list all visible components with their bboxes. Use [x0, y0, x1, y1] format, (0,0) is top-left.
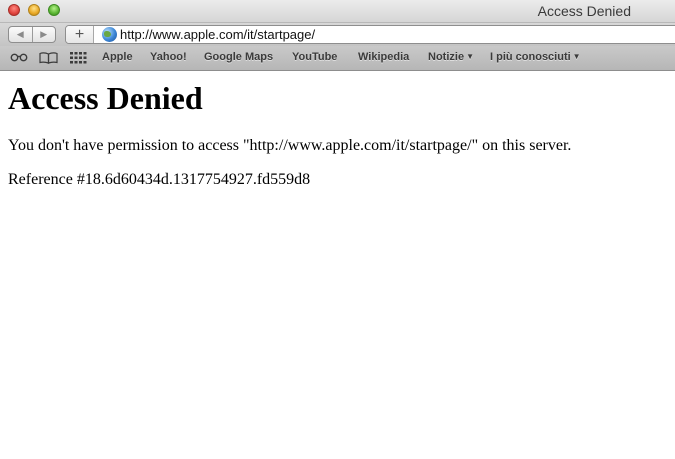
- top-sites-grid-icon[interactable]: [70, 52, 87, 64]
- back-arrow-icon: ◀: [16, 29, 24, 39]
- bookmarks-book-icon[interactable]: [39, 52, 58, 64]
- close-window-button[interactable]: [8, 4, 20, 16]
- bookmark-yahoo[interactable]: Yahoo!: [150, 51, 187, 63]
- back-button[interactable]: ◀: [9, 27, 32, 42]
- window-title: Access Denied: [537, 3, 631, 19]
- bookmark-folder-label: Notizie: [428, 51, 465, 63]
- bookmark-apple[interactable]: Apple: [102, 51, 133, 63]
- reading-list-icon[interactable]: [10, 52, 28, 62]
- bookmark-google-maps[interactable]: Google Maps: [204, 51, 273, 63]
- minimize-window-button[interactable]: [28, 4, 40, 16]
- zoom-window-button[interactable]: [48, 4, 60, 16]
- address-bar[interactable]: + http://www.apple.com/it/startpage/: [65, 25, 675, 44]
- error-message: You don't have permission to access "htt…: [8, 137, 572, 154]
- reference-id: Reference #18.6d60434d.1317754927.fd559d…: [8, 171, 311, 188]
- bookmark-folder-piu-conosciuti[interactable]: I più conosciuti ▼: [490, 51, 581, 63]
- page-heading: Access Denied: [8, 80, 203, 116]
- url-field[interactable]: http://www.apple.com/it/startpage/: [120, 27, 315, 42]
- page-content: Access Denied You don't have permission …: [0, 71, 675, 459]
- bookmark-folder-notizie[interactable]: Notizie ▼: [428, 51, 474, 63]
- bookmark-folder-label: I più conosciuti: [490, 51, 571, 63]
- add-bookmark-button[interactable]: +: [66, 26, 94, 43]
- forward-button[interactable]: ▶: [31, 27, 56, 42]
- bookmark-wikipedia[interactable]: Wikipedia: [358, 51, 409, 63]
- chevron-down-icon: ▼: [572, 52, 581, 61]
- plus-icon: +: [74, 25, 85, 43]
- bookmark-youtube[interactable]: YouTube: [292, 51, 337, 63]
- browser-toolbar: ◀ ▶ + http://www.apple.com/it/startpage/: [0, 23, 675, 46]
- window-titlebar: Access Denied: [0, 0, 675, 23]
- back-forward-group: ◀ ▶: [8, 26, 56, 43]
- chevron-down-icon: ▼: [466, 52, 474, 61]
- globe-icon: [102, 27, 117, 42]
- bookmarks-bar: Apple Yahoo! Google Maps YouTube Wikiped…: [0, 46, 675, 71]
- forward-arrow-icon: ▶: [40, 29, 48, 39]
